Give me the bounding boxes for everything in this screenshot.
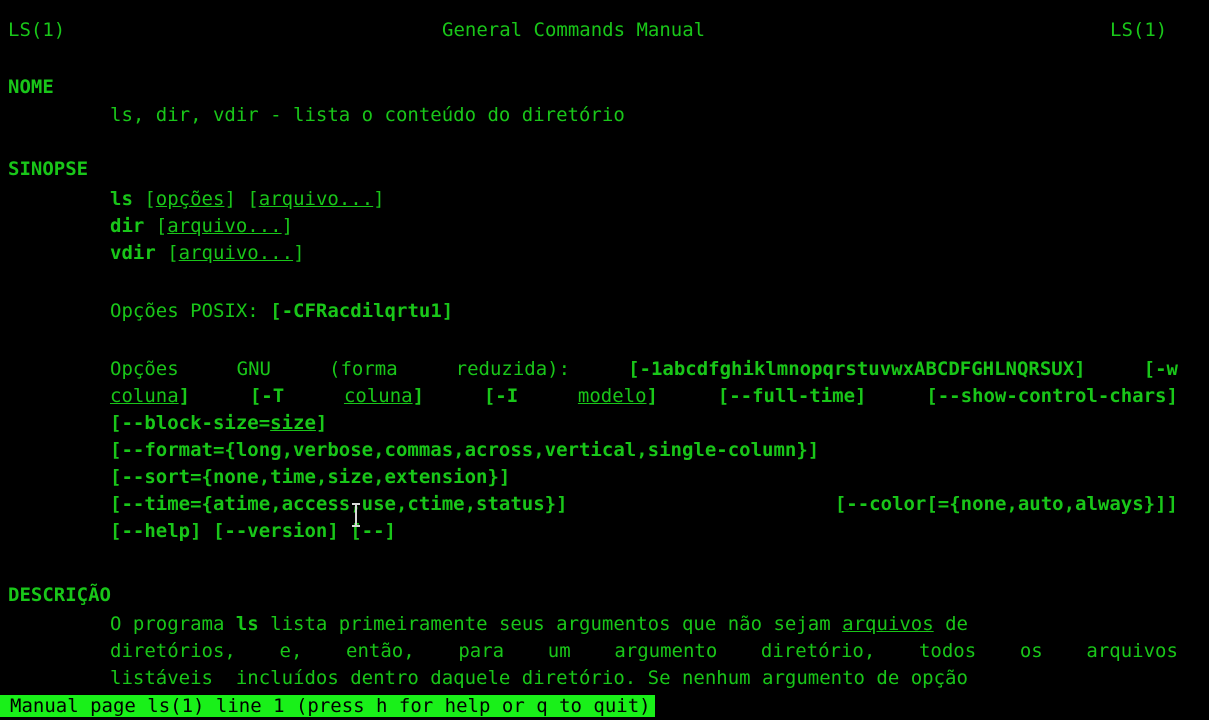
bracket: ] [ bbox=[224, 188, 259, 210]
arg-size: size bbox=[270, 412, 316, 434]
bracket: ] bbox=[412, 385, 425, 407]
arg-arquivos: arquivos bbox=[842, 613, 934, 635]
cmd-vdir: vdir bbox=[110, 242, 156, 264]
word: e, bbox=[279, 640, 303, 662]
section-nome-title: NOME bbox=[8, 76, 54, 98]
gnu-options-line-6: [--time={atime,access,use,ctime,status}]… bbox=[110, 492, 1178, 516]
text: O programa bbox=[110, 613, 236, 635]
bracket: ] bbox=[293, 242, 305, 264]
gnu-options-line-5: [--sort={none,time,size,extension}] bbox=[110, 466, 511, 488]
option-time: [--time={atime,access,use,ctime,status}] bbox=[110, 493, 568, 515]
arg-arquivo: arquivo... bbox=[167, 215, 282, 237]
arg-modelo: modelo bbox=[577, 385, 647, 407]
word: GNU bbox=[236, 358, 271, 380]
word: Opções bbox=[110, 358, 179, 380]
arg-opcoes: opções bbox=[155, 188, 225, 210]
option-block-size: [--block-size= bbox=[110, 412, 271, 434]
cmd-ls: ls bbox=[110, 188, 133, 210]
option-w: [-w bbox=[1143, 358, 1178, 380]
word: reduzida): bbox=[455, 358, 571, 380]
synopsis-vdir: vdir [arquivo...] bbox=[110, 241, 305, 265]
word: todos bbox=[918, 640, 977, 662]
word: (forma bbox=[329, 358, 398, 380]
section-descricao-title: DESCRIÇÃO bbox=[8, 584, 111, 606]
bracket: ] bbox=[373, 188, 385, 210]
synopsis-ls: ls [opções] [arquivo...] bbox=[110, 187, 385, 211]
pager-status-bar: Manual page ls(1) line 1 (press h for he… bbox=[0, 695, 655, 717]
option-show-control-chars: [--show-control-chars] bbox=[926, 385, 1178, 407]
bracket: ] bbox=[315, 412, 328, 434]
header-left: LS(1) bbox=[8, 19, 66, 41]
option-color: [--color[={none,auto,always}]] bbox=[834, 493, 1178, 515]
arg-arquivo: arquivo... bbox=[178, 242, 294, 264]
text-cursor-icon bbox=[352, 503, 360, 527]
word: argumento bbox=[614, 640, 718, 662]
arg-coluna: coluna bbox=[110, 385, 179, 407]
arg-coluna: coluna bbox=[343, 385, 413, 407]
word: para bbox=[458, 640, 505, 662]
word: os bbox=[1019, 640, 1043, 662]
gnu-options-line-2: coluna] [-T coluna] [-I modelo] [--full-… bbox=[110, 384, 1178, 408]
word: diretórios, bbox=[110, 640, 236, 662]
posix-label: Opções POSIX: bbox=[110, 300, 259, 322]
bracket: [ bbox=[155, 215, 168, 237]
nome-text: ls, dir, vdir - lista o conteúdo do dire… bbox=[110, 104, 625, 126]
header-right: LS(1) bbox=[1110, 19, 1168, 41]
arg-arquivo: arquivo... bbox=[258, 188, 374, 210]
opt-T-arg: coluna] bbox=[344, 384, 424, 408]
word: diretório, bbox=[760, 640, 876, 662]
description-line-2: diretórios, e, então, para um argumento … bbox=[110, 639, 1178, 663]
description-line-1: O programa ls lista primeiramente seus a… bbox=[110, 612, 968, 636]
terminal-window[interactable]: LS(1) General Commands Manual LS(1) NOME… bbox=[0, 0, 1209, 720]
option-T: [-T bbox=[249, 385, 285, 407]
cmd-dir: dir bbox=[110, 215, 145, 237]
bracket: ] bbox=[178, 385, 191, 407]
posix-options: Opções POSIX: [-CFRacdilqrtu1] bbox=[110, 299, 453, 323]
opt-w-arg: coluna] bbox=[110, 384, 190, 408]
gnu-options-line-3: [--block-size=size] bbox=[110, 411, 327, 435]
option-full-time: [--full-time] bbox=[717, 385, 867, 407]
bracket: ] bbox=[281, 215, 294, 237]
text: lista primeiramente seus argumentos que … bbox=[258, 613, 843, 635]
header-title: General Commands Manual bbox=[442, 19, 706, 41]
word: então, bbox=[346, 640, 415, 662]
text: de bbox=[933, 613, 968, 635]
description-line-3: listáveis incluídos dentro daquele diret… bbox=[110, 667, 968, 689]
section-sinopse-title: SINOPSE bbox=[8, 158, 89, 180]
posix-opts: [-CFRacdilqrtu1] bbox=[270, 300, 454, 322]
word: um bbox=[547, 640, 571, 662]
gnu-options-line-4: [--format={long,verbose,commas,across,ve… bbox=[110, 439, 820, 461]
bracket: [ bbox=[144, 188, 156, 210]
word: arquivos bbox=[1086, 640, 1178, 662]
gnu-options-line-1: Opções GNU (forma reduzida): [-1abcdfghi… bbox=[110, 357, 1178, 381]
bracket: ] bbox=[646, 385, 658, 407]
opt-I-arg: modelo] bbox=[578, 384, 658, 408]
synopsis-dir: dir [arquivo...] bbox=[110, 214, 293, 238]
option-I: [-I bbox=[483, 385, 519, 407]
bracket: [ bbox=[167, 242, 179, 264]
cmd-ls: ls bbox=[235, 613, 259, 635]
short-options: [-1abcdfghiklmnopqrstuvwxABCDFGHLNQRSUX] bbox=[628, 358, 1086, 380]
